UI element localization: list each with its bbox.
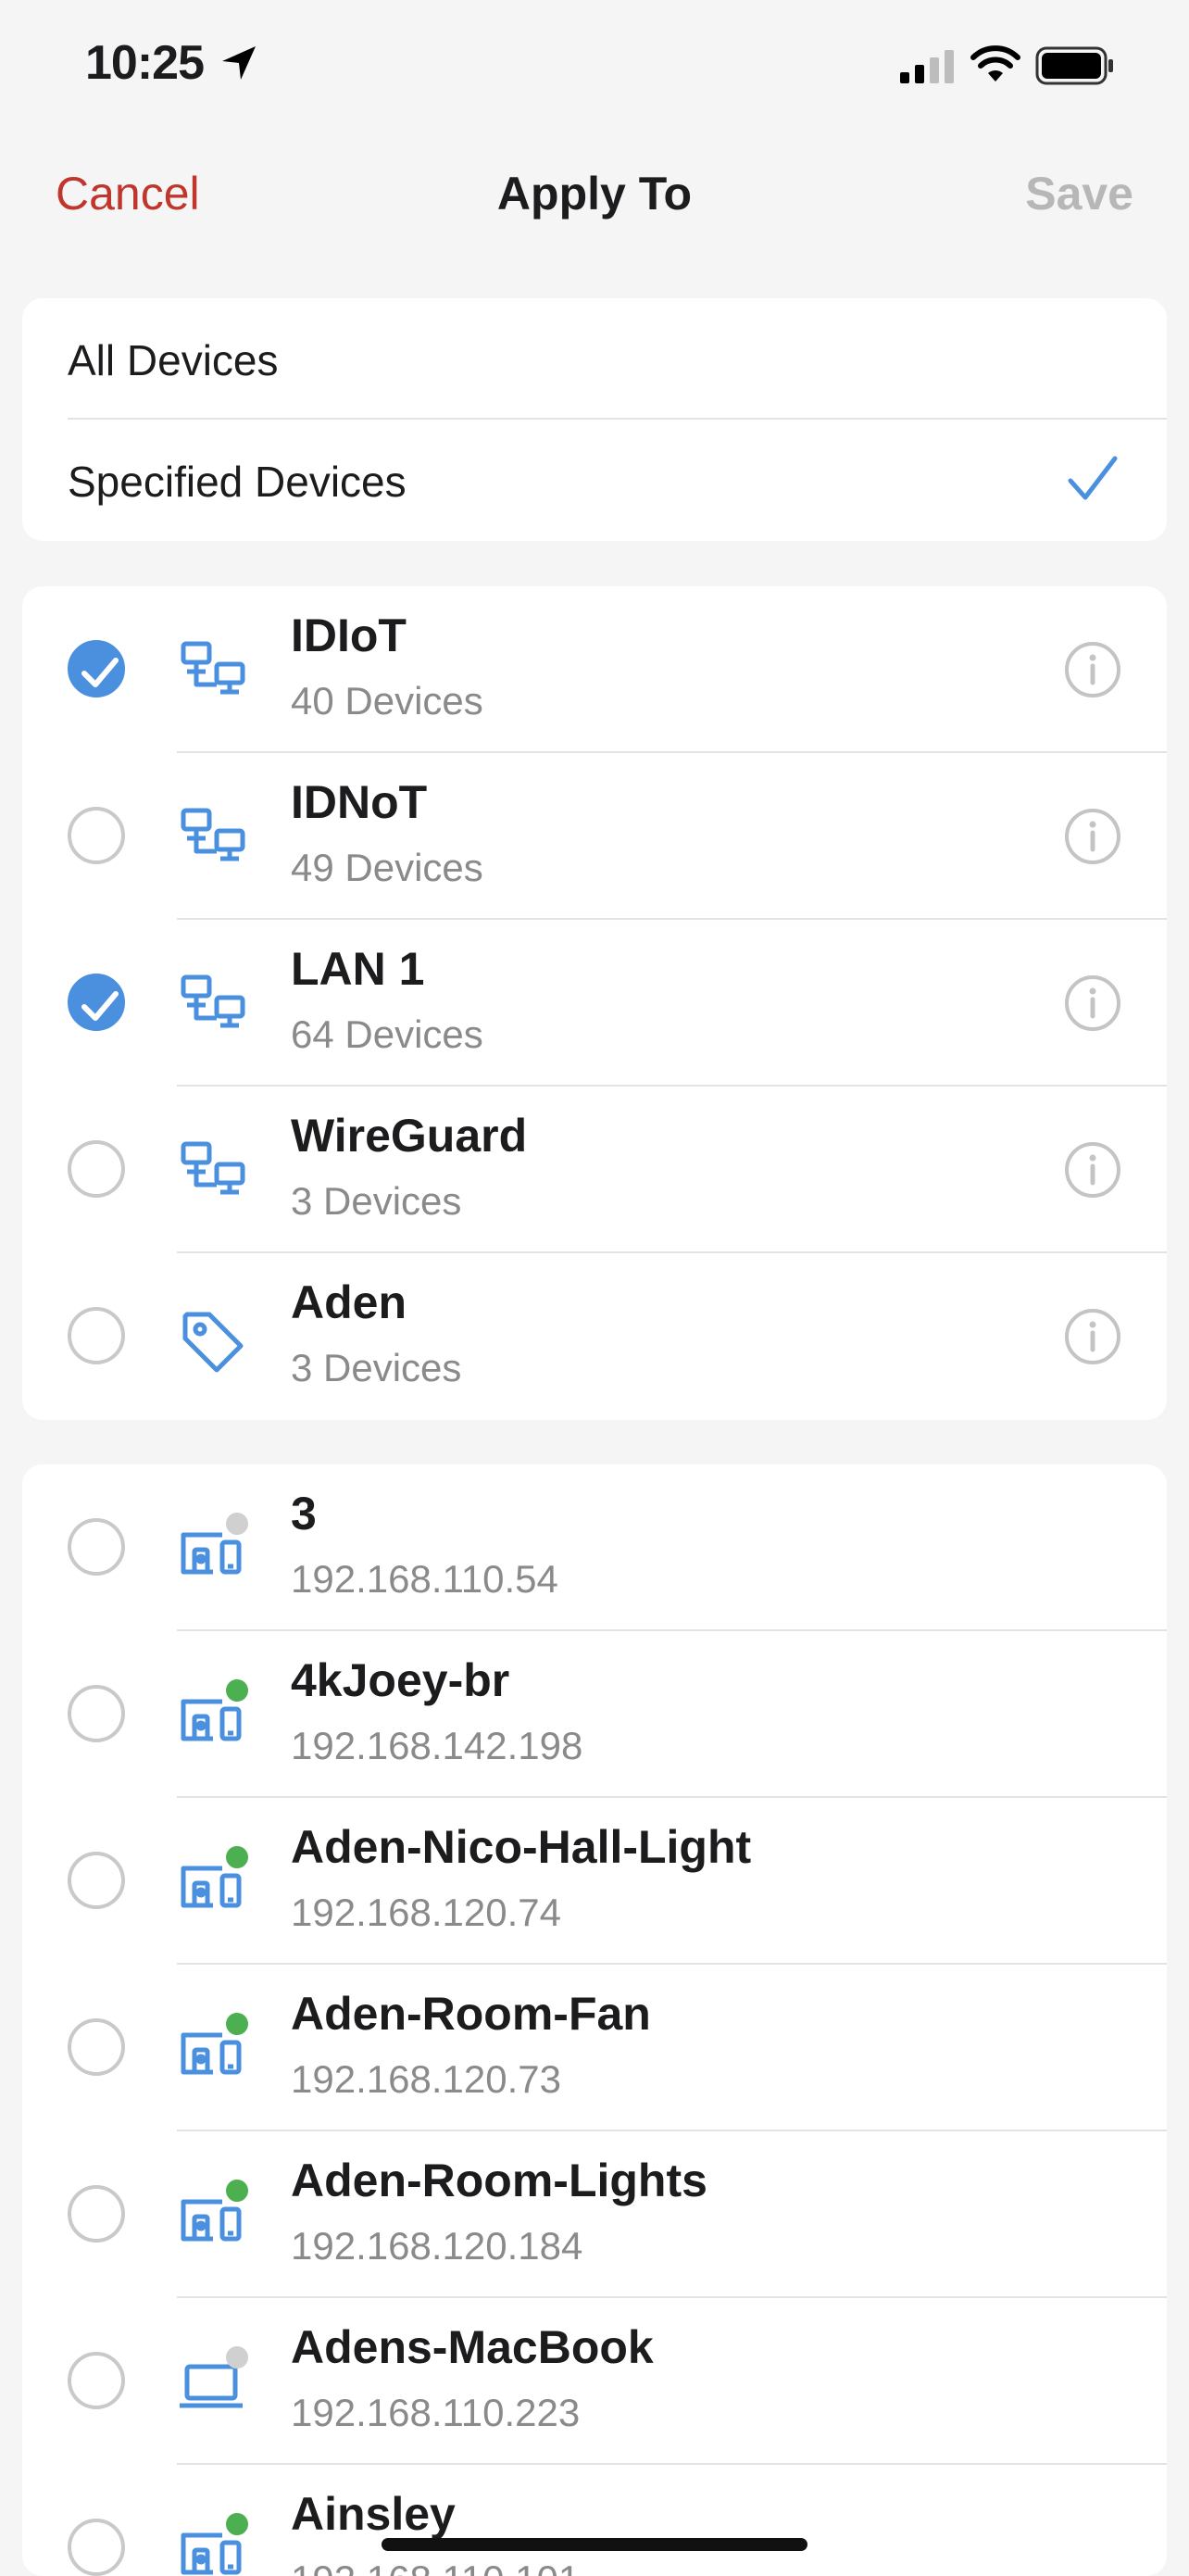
- scope-option-specified-devices[interactable]: Specified Devices: [22, 420, 1167, 541]
- group-name: WireGuard: [291, 1110, 528, 1162]
- info-icon[interactable]: [1063, 807, 1122, 871]
- radio-button[interactable]: [68, 1307, 125, 1364]
- device-name: Aden-Room-Lights: [291, 2155, 707, 2206]
- laptop-icon: [176, 2346, 250, 2422]
- device-ip: 192.168.110.101: [291, 2557, 580, 2576]
- group-row[interactable]: IDNoT 49 Devices: [22, 753, 1167, 920]
- save-button[interactable]: Save: [1025, 167, 1133, 220]
- device-row[interactable]: 3 192.168.110.54: [22, 1464, 1167, 1631]
- group-row[interactable]: WireGuard 3 Devices: [22, 1087, 1167, 1253]
- group-device-count: 3 Devices: [291, 1179, 462, 1223]
- network-icon: [176, 970, 250, 1044]
- info-icon[interactable]: [1063, 1307, 1122, 1371]
- radio-button[interactable]: [68, 1518, 125, 1576]
- device-ip: 192.168.120.74: [291, 1891, 561, 1934]
- online-status-dot: [226, 2180, 248, 2202]
- group-row[interactable]: LAN 1 64 Devices: [22, 920, 1167, 1087]
- radio-button[interactable]: [68, 2185, 125, 2243]
- devices-icon: [176, 2180, 250, 2256]
- offline-status-dot: [226, 2346, 248, 2369]
- network-icon: [176, 1137, 250, 1211]
- group-row[interactable]: Aden 3 Devices: [22, 1253, 1167, 1420]
- group-device-count: 49 Devices: [291, 846, 483, 889]
- group-name: IDIoT: [291, 609, 407, 661]
- group-name: LAN 1: [291, 943, 425, 995]
- checked-radio-icon[interactable]: [68, 974, 125, 1031]
- devices-icon: [176, 2513, 250, 2576]
- tag-icon: [176, 1303, 250, 1377]
- checkmark-icon: [1068, 456, 1118, 500]
- info-icon[interactable]: [1063, 640, 1122, 704]
- device-name: Aden-Nico-Hall-Light: [291, 1821, 752, 1873]
- devices-icon: [176, 1679, 250, 1755]
- radio-button[interactable]: [68, 1852, 125, 1909]
- device-ip: 192.168.110.54: [291, 1557, 558, 1601]
- device-ip: 192.168.142.198: [291, 1724, 583, 1767]
- cancel-button[interactable]: Cancel: [56, 167, 200, 220]
- cellular-signal-icon: [900, 50, 954, 83]
- location-arrow-icon: [222, 46, 256, 80]
- device-name: Aden-Room-Fan: [291, 1988, 651, 2040]
- group-device-count: 64 Devices: [291, 1012, 483, 1056]
- network-icon: [176, 636, 250, 710]
- device-name: 4kJoey-br: [291, 1654, 510, 1706]
- online-status-dot: [226, 2513, 248, 2535]
- device-row[interactable]: 4kJoey-br 192.168.142.198: [22, 1631, 1167, 1798]
- online-status-dot: [226, 1846, 248, 1868]
- device-row[interactable]: Ainsley 192.168.110.101: [22, 2465, 1167, 2576]
- radio-button[interactable]: [68, 1140, 125, 1198]
- status-time: 10:25: [85, 36, 205, 90]
- status-bar: 10:25: [0, 0, 1189, 130]
- device-ip: 192.168.120.73: [291, 2057, 561, 2101]
- navigation-bar: Apply To Cancel Save: [0, 148, 1189, 241]
- group-device-count: 40 Devices: [291, 679, 483, 723]
- radio-button[interactable]: [68, 2352, 125, 2409]
- scope-option-label: All Devices: [68, 336, 279, 384]
- group-name: Aden: [291, 1276, 407, 1328]
- device-row[interactable]: Aden-Room-Lights 192.168.120.184: [22, 2131, 1167, 2298]
- group-name: IDNoT: [291, 776, 428, 828]
- group-device-count: 3 Devices: [291, 1346, 462, 1389]
- radio-button[interactable]: [68, 2519, 125, 2576]
- wifi-icon: [970, 45, 1020, 82]
- device-name: 3: [291, 1488, 317, 1539]
- online-status-dot: [226, 1679, 248, 1702]
- device-name: Adens-MacBook: [291, 2321, 654, 2373]
- battery-icon: [1035, 46, 1113, 85]
- online-status-dot: [226, 2013, 248, 2035]
- checked-radio-icon[interactable]: [68, 640, 125, 697]
- devices-icon: [176, 1513, 250, 1589]
- devices-card: 3 192.168.110.54 4kJoey-br 192.168.142.198 A…: [22, 1464, 1167, 2576]
- network-groups-card: IDIoT 40 Devices IDNoT 49 Devices LAN 1 64 De…: [22, 586, 1167, 1420]
- radio-button[interactable]: [68, 1685, 125, 1742]
- group-row[interactable]: IDIoT 40 Devices: [22, 586, 1167, 753]
- scope-option-all-devices[interactable]: All Devices: [22, 298, 1167, 420]
- info-icon[interactable]: [1063, 1140, 1122, 1204]
- scope-option-label: Specified Devices: [68, 458, 407, 506]
- device-ip: 192.168.120.184: [291, 2224, 583, 2268]
- device-row[interactable]: Aden-Nico-Hall-Light 192.168.120.74: [22, 1798, 1167, 1965]
- devices-icon: [176, 1846, 250, 1922]
- device-name: Ainsley: [291, 2488, 456, 2540]
- radio-button[interactable]: [68, 807, 125, 864]
- device-row[interactable]: Adens-MacBook 192.168.110.223: [22, 2298, 1167, 2465]
- radio-button[interactable]: [68, 2018, 125, 2076]
- device-row[interactable]: Aden-Room-Fan 192.168.120.73: [22, 1965, 1167, 2131]
- devices-icon: [176, 2013, 250, 2089]
- scope-options-card: All Devices Specified Devices: [22, 298, 1167, 541]
- network-icon: [176, 803, 250, 877]
- home-indicator: [382, 2538, 807, 2551]
- offline-status-dot: [226, 1513, 248, 1535]
- device-ip: 192.168.110.223: [291, 2391, 581, 2434]
- info-icon[interactable]: [1063, 974, 1122, 1037]
